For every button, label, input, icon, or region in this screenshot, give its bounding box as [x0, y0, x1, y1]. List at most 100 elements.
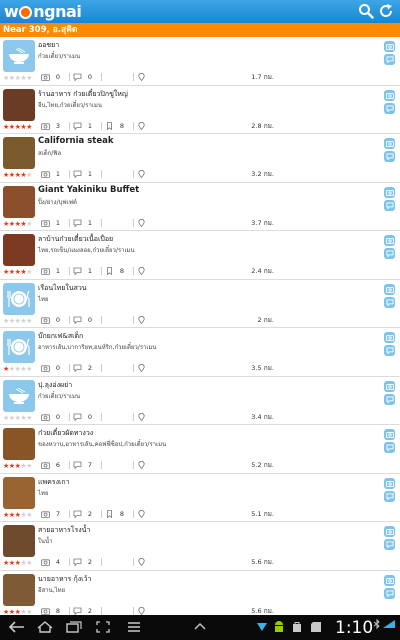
divider: [133, 73, 134, 81]
restaurant-name[interactable]: ออชยา: [38, 40, 59, 51]
restaurant-row[interactable]: Giant Yakiniku Buffet ปิ้ง/ย่าง/บุฟเฟต์ …: [0, 182, 400, 231]
write-review-button[interactable]: [384, 539, 395, 550]
menu-icon[interactable]: [127, 621, 141, 633]
location-pin-icon: [138, 412, 145, 421]
restaurant-name[interactable]: สายอาหารโรงน้ำ: [38, 525, 90, 536]
search-icon[interactable]: [358, 3, 374, 19]
restaurant-name[interactable]: นายอาหาร กุ้งเว้า: [38, 574, 91, 585]
restaurant-row[interactable]: ออชยา ก๋วยเตี๋ยว/ราเมน ★★★★★ 0 0 1.7 กม.: [0, 37, 400, 86]
restaurant-photo-placeholder[interactable]: [3, 379, 35, 412]
restaurant-row[interactable]: เรือนไทยในสวน ไทย ★★★★★ 0 0 2 กม.: [0, 279, 400, 328]
restaurant-row[interactable]: ปุ.ลุงอ่งผย่า ก๋วยเตี๋ยว/ราเมน ★★★★★ 0 0…: [0, 376, 400, 425]
restaurant-row[interactable]: California steak สเต็ก/ฟิล ★★★★★ 1 1 3.2…: [0, 134, 400, 183]
restaurant-row[interactable]: นายอาหาร กุ้งเว้า อีสาน,ไทย ★★★★★ 8 2 5.…: [0, 570, 400, 615]
restaurant-name[interactable]: แพครงเกา: [38, 477, 70, 488]
restaurant-row[interactable]: สายอาหารโรงน้ำ ในน้ำ ★★★★★ 4 2 5.6 กม.: [0, 522, 400, 571]
restaurant-photo[interactable]: [3, 137, 35, 169]
add-photo-button[interactable]: [384, 477, 395, 489]
divider: [101, 558, 102, 566]
write-review-button[interactable]: [384, 102, 395, 114]
restaurant-photo[interactable]: [3, 476, 35, 509]
restaurant-photo[interactable]: [3, 88, 35, 121]
recent-apps-icon[interactable]: [66, 621, 82, 633]
location-bar[interactable]: Near 309, อ.สุคิต: [0, 23, 400, 37]
restaurant-category: ไทย: [38, 295, 49, 303]
review-count: 2: [87, 558, 93, 566]
add-photo-button[interactable]: [384, 138, 395, 149]
distance: 3.4 กม.: [251, 412, 274, 421]
restaurant-list[interactable]: ออชยา ก๋วยเตี๋ยว/ราเมน ★★★★★ 0 0 1.7 กม.…: [0, 37, 400, 615]
add-photo-button[interactable]: [384, 380, 395, 392]
sd-card-icon: [311, 622, 321, 632]
add-photo-button[interactable]: [384, 574, 395, 586]
row-actions: [384, 477, 395, 502]
write-review-button[interactable]: [384, 442, 395, 453]
row-actions: [384, 283, 395, 308]
restaurant-photo[interactable]: [3, 525, 35, 557]
camera-icon: [41, 462, 50, 469]
restaurant-row[interactable]: ลาบ้านก๋วยเตี๋ยวเนื้อเปื่อย ไทย,รถเข็น/แ…: [0, 231, 400, 280]
camera-icon: [41, 171, 50, 178]
restaurant-name[interactable]: บ๊กยกเฟ&สเต็ก: [38, 331, 83, 342]
write-review-button[interactable]: [384, 54, 395, 65]
divider: [133, 121, 134, 130]
add-photo-icon: [385, 189, 394, 196]
restaurant-name[interactable]: ก๋วยเตี๋ยวผัดทางวง: [38, 428, 93, 439]
add-photo-button[interactable]: [384, 332, 395, 343]
rating-stars: ★★★★★: [3, 74, 32, 82]
divider: [101, 412, 102, 421]
row-actions: [384, 380, 395, 405]
plate-placeholder-icon: [7, 338, 30, 355]
write-review-button[interactable]: [384, 199, 395, 211]
restaurant-photo-placeholder[interactable]: [3, 282, 35, 315]
restaurant-name[interactable]: Giant Yakiniku Buffet: [38, 185, 139, 195]
write-review-button[interactable]: [384, 587, 395, 599]
chevron-up-icon[interactable]: [193, 621, 207, 631]
add-photo-button[interactable]: [384, 235, 395, 246]
wongnai-logo[interactable]: w ngnai: [4, 2, 82, 21]
review-count: 1: [87, 121, 93, 130]
write-review-button[interactable]: [384, 248, 395, 259]
add-photo-icon: [385, 529, 394, 535]
write-review-button[interactable]: [384, 296, 395, 308]
divider: [101, 267, 102, 275]
restaurant-name[interactable]: ปุ.ลุงอ่งผย่า: [38, 380, 72, 391]
restaurant-photo[interactable]: [3, 185, 35, 218]
review-count: 1: [87, 170, 93, 178]
add-photo-button[interactable]: [384, 429, 395, 440]
write-review-button[interactable]: [384, 151, 395, 162]
add-photo-button[interactable]: [384, 283, 395, 295]
restaurant-photo[interactable]: [3, 428, 35, 460]
restaurant-row[interactable]: แพครงเกา ไทย ★★★★★ 7 2 8 5.1 กม.: [0, 473, 400, 522]
restaurant-photo-placeholder[interactable]: [3, 40, 35, 72]
camera-icon: [41, 268, 50, 275]
row-actions: [384, 235, 395, 259]
restaurant-row[interactable]: ร้านอาหาร ก๋วยเตี๋ยวปิกขู่ใหญ่ จีน,ไทย,ก…: [0, 85, 400, 134]
write-review-button[interactable]: [384, 393, 395, 405]
refresh-icon[interactable]: [378, 3, 394, 19]
write-review-button[interactable]: [384, 490, 395, 502]
add-photo-icon: [385, 383, 394, 390]
divider: [69, 364, 70, 372]
add-photo-button[interactable]: [384, 526, 395, 537]
add-photo-button[interactable]: [384, 41, 395, 52]
home-icon[interactable]: [36, 621, 54, 633]
restaurant-row[interactable]: บ๊กยกเฟ&สเต็ก อาหารเส้น,บาการิยท,อนห์ริก…: [0, 328, 400, 377]
back-icon[interactable]: [8, 621, 26, 633]
add-photo-button[interactable]: [384, 186, 395, 198]
restaurant-name[interactable]: ร้านอาหาร ก๋วยเตี๋ยวปิกขู่ใหญ่: [38, 89, 128, 100]
write-review-button[interactable]: [384, 345, 395, 356]
camera-icon: [41, 122, 50, 130]
restaurant-photo[interactable]: [3, 234, 35, 266]
shopping-bag-icon: [293, 622, 301, 632]
row-actions: [384, 41, 395, 65]
screenshot-icon[interactable]: [96, 621, 110, 633]
restaurant-row[interactable]: ก๋วยเตี๋ยวผัดทางวง ของหวาน,อาหารเส้น,คอฟ…: [0, 425, 400, 474]
photo-count: 4: [55, 558, 61, 566]
restaurant-photo-placeholder[interactable]: [3, 331, 35, 363]
restaurant-name[interactable]: California steak: [38, 136, 113, 146]
restaurant-photo[interactable]: [3, 573, 35, 606]
add-photo-button[interactable]: [384, 89, 395, 101]
restaurant-name[interactable]: ลาบ้านก๋วยเตี๋ยวเนื้อเปื่อย: [38, 234, 113, 245]
restaurant-name[interactable]: เรือนไทยในสวน: [38, 283, 87, 294]
